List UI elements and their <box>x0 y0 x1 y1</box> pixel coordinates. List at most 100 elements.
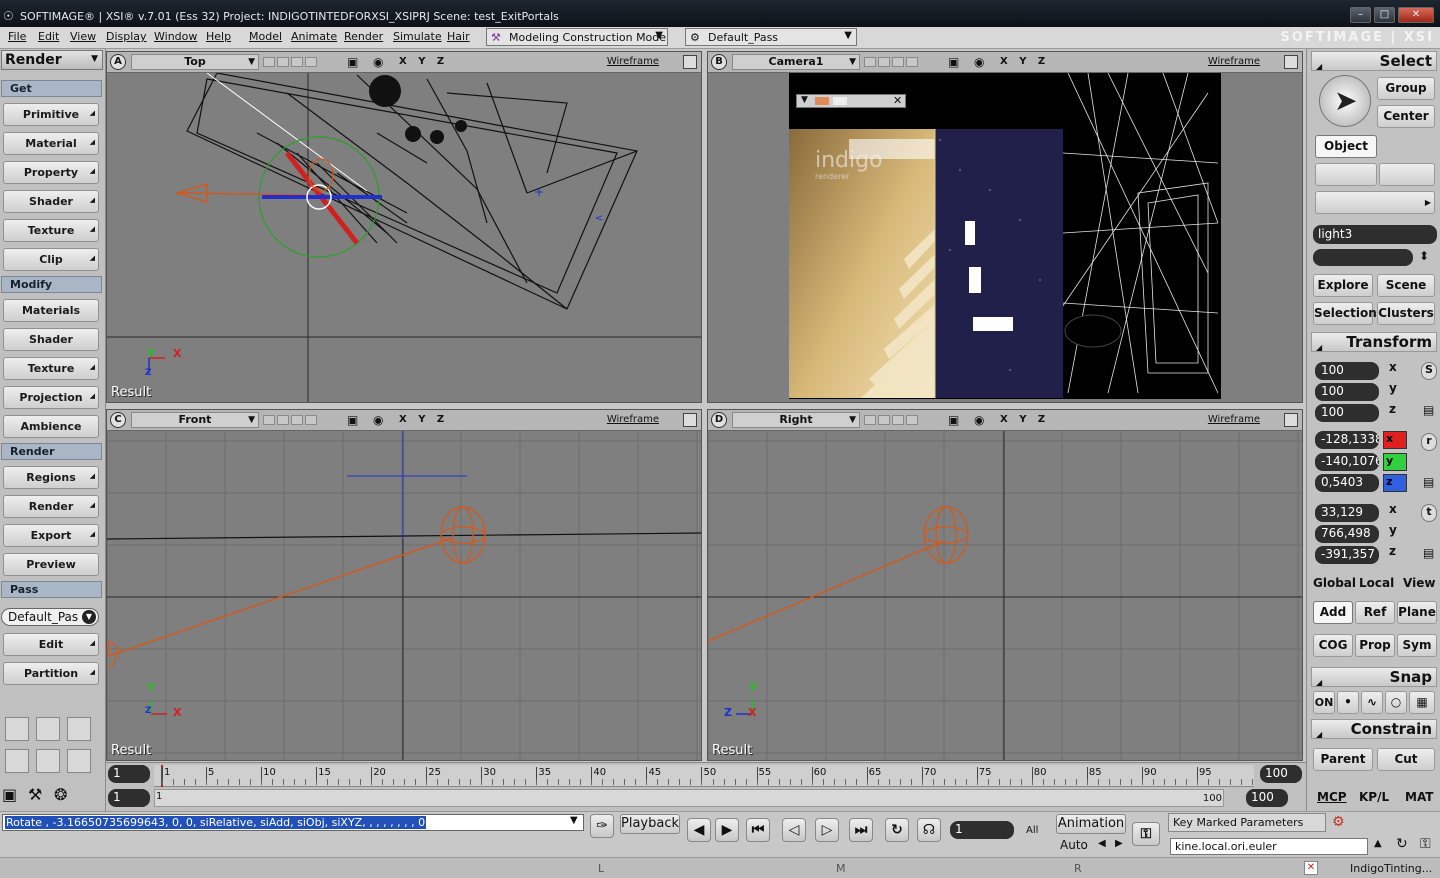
animation-button[interactable]: Animation <box>1056 814 1126 834</box>
maximize-viewport-button[interactable] <box>683 55 697 69</box>
region-menu-icon[interactable]: ▼ <box>801 95 808 105</box>
timeline-ruler[interactable]: 1 5 10 15 20 25 30 35 40 45 50 55 60 65 70 75 80 85 90 95 <box>154 765 1254 787</box>
parameter-refresh-icon[interactable]: ↻ <box>1396 836 1408 852</box>
translate-x-field[interactable]: 33,129 <box>1315 504 1379 522</box>
snap-curve-icon[interactable]: ∿ <box>1361 691 1383 714</box>
cog-button[interactable]: COG <box>1313 634 1353 657</box>
play-forward-icon[interactable]: ▷ <box>815 818 839 842</box>
memo-cam-button[interactable] <box>878 415 890 425</box>
cancel-task-icon[interactable]: ✕ <box>1304 861 1318 875</box>
rotate-y-field[interactable]: -140,1076 <box>1315 453 1379 471</box>
memo-cam-button[interactable] <box>277 415 289 425</box>
pass-dropdown[interactable]: ⚙ Default_Pass ▼ <box>685 28 857 46</box>
range-start-field[interactable]: 1 <box>108 789 150 807</box>
constrain-section-header[interactable]: ◢ Constrain <box>1311 719 1437 739</box>
section-render[interactable]: Render <box>1 443 102 460</box>
render-region[interactable]: indigo renderer <box>789 108 1063 398</box>
parent-button[interactable]: Parent <box>1313 748 1373 771</box>
memo-cam-button[interactable] <box>864 57 876 67</box>
maximize-viewport-button[interactable] <box>683 413 697 427</box>
menu-view[interactable]: View <box>70 30 96 43</box>
next-frame-icon[interactable]: ▶ <box>715 818 739 842</box>
rotate-z-checkbox[interactable]: z <box>1383 474 1407 492</box>
section-get[interactable]: Get <box>1 80 102 97</box>
scale-x-field[interactable]: 100 <box>1315 362 1379 380</box>
menu-file[interactable]: File <box>8 30 26 43</box>
layout-four-views-icon[interactable] <box>5 717 29 741</box>
xyz-toggle[interactable]: X Y Z <box>1000 56 1049 67</box>
camera-icon[interactable]: ▣ <box>948 413 959 427</box>
ref-ref-button[interactable]: Ref <box>1355 601 1395 624</box>
camera-icon[interactable]: ▣ <box>948 55 959 69</box>
ref-local-button[interactable]: Local <box>1359 576 1394 590</box>
menu-animate[interactable]: Animate <box>291 30 337 43</box>
maximize-viewport-button[interactable] <box>1284 55 1298 69</box>
preview-button[interactable]: Preview <box>3 553 99 576</box>
select-filter-button-2[interactable] <box>1379 163 1435 186</box>
construction-mode-dropdown[interactable]: ⚒ Modeling Construction Mode ▼ <box>486 28 668 46</box>
tools-icon[interactable]: ⚒ <box>28 785 42 804</box>
scale-y-field[interactable]: 100 <box>1315 383 1379 401</box>
parameter-field[interactable]: kine.local.ori.euler <box>1170 838 1368 855</box>
clip-button[interactable]: Clip ◢ <box>3 248 99 271</box>
transform-section-header[interactable]: ◢ Transform <box>1311 332 1437 352</box>
explore-button[interactable]: Explore <box>1313 274 1373 297</box>
menu-display[interactable]: Display <box>106 30 147 43</box>
region-refresh-icon[interactable] <box>833 97 847 105</box>
tab-mat[interactable]: MAT <box>1405 790 1433 804</box>
eye-icon[interactable]: ◉ <box>974 413 984 427</box>
menu-model[interactable]: Model <box>249 30 282 43</box>
memo-cam-button[interactable] <box>906 415 918 425</box>
region-close-icon[interactable]: ✕ <box>893 94 902 107</box>
display-mode[interactable]: Wireframe <box>607 414 659 425</box>
region-options-icon[interactable] <box>815 97 829 105</box>
translate-z-field[interactable]: -391,357 <box>1315 546 1379 564</box>
rotate-x-field[interactable]: -128,1338 <box>1315 431 1379 449</box>
loop-icon[interactable]: ↻ <box>885 818 909 842</box>
snap-point-icon[interactable]: • <box>1337 691 1359 714</box>
playback-button[interactable]: Playback <box>620 814 680 834</box>
pass-selector[interactable]: Default_Pas ▼ <box>1 608 99 626</box>
modify-shader-button[interactable]: Shader <box>3 328 99 351</box>
viewport-b-camera[interactable]: B Camera1 ▼ ▣ ◉ X Y Z Wireframe indigo r… <box>707 51 1303 403</box>
selection-name-field[interactable]: light3 <box>1313 225 1437 244</box>
rotate-toggle-button[interactable]: r <box>1421 433 1437 451</box>
layout-split-icon[interactable] <box>36 717 60 741</box>
prev-key-icon[interactable]: ◀ <box>1098 838 1106 849</box>
current-frame-field[interactable]: 1 <box>950 821 1014 839</box>
memo-cam-button[interactable] <box>878 57 890 67</box>
projection-button[interactable]: Projection ◢ <box>3 386 99 409</box>
shader-button[interactable]: Shader ◢ <box>3 190 99 213</box>
all-toggle[interactable]: All <box>1026 825 1038 836</box>
maximize-viewport-button[interactable] <box>1284 413 1298 427</box>
center-button[interactable]: Center <box>1377 105 1435 128</box>
first-frame-icon[interactable]: ⏮ <box>746 818 770 842</box>
camera-dropdown[interactable]: Front ▼ <box>131 412 259 428</box>
viewport-letter[interactable]: C <box>110 412 126 428</box>
property-button[interactable]: Property ◢ <box>3 161 99 184</box>
viewport-letter[interactable]: B <box>711 54 727 70</box>
layout-vertical-icon[interactable] <box>36 749 60 773</box>
xyz-toggle[interactable]: X Y Z <box>399 56 448 67</box>
menu-edit[interactable]: Edit <box>38 30 59 43</box>
section-modify[interactable]: Modify <box>1 276 102 293</box>
camera-dropdown[interactable]: Right ▼ <box>732 412 860 428</box>
snap-on-button[interactable]: ON <box>1313 691 1335 714</box>
key-marked-parameters-button[interactable]: Key Marked Parameters <box>1168 813 1326 832</box>
tab-kpl[interactable]: KP/L <box>1359 790 1389 804</box>
menu-window[interactable]: Window <box>154 30 197 43</box>
object-button[interactable]: Object <box>1315 135 1377 158</box>
memo-cam-button[interactable] <box>892 415 904 425</box>
command-line[interactable]: Rotate , -3.16650735699643, 0, 0, siRela… <box>2 814 584 831</box>
translate-toggle-button[interactable]: t <box>1421 504 1437 522</box>
scene-explorer-icon[interactable]: ▣ <box>2 785 17 804</box>
minimize-button[interactable]: – <box>1350 7 1371 23</box>
snap-grid-icon[interactable]: ▦ <box>1409 691 1435 714</box>
scale-z-field[interactable]: 100 <box>1315 404 1379 422</box>
range-slider[interactable]: 1 100 <box>154 789 1224 807</box>
next-key-icon[interactable]: ▶ <box>1115 838 1123 849</box>
modify-texture-button[interactable]: Texture ◢ <box>3 357 99 380</box>
filter-sort-icon[interactable]: ⬍ <box>1419 249 1429 263</box>
range-end-field[interactable]: 100 <box>1246 789 1288 807</box>
memo-cam-button[interactable] <box>305 57 317 67</box>
